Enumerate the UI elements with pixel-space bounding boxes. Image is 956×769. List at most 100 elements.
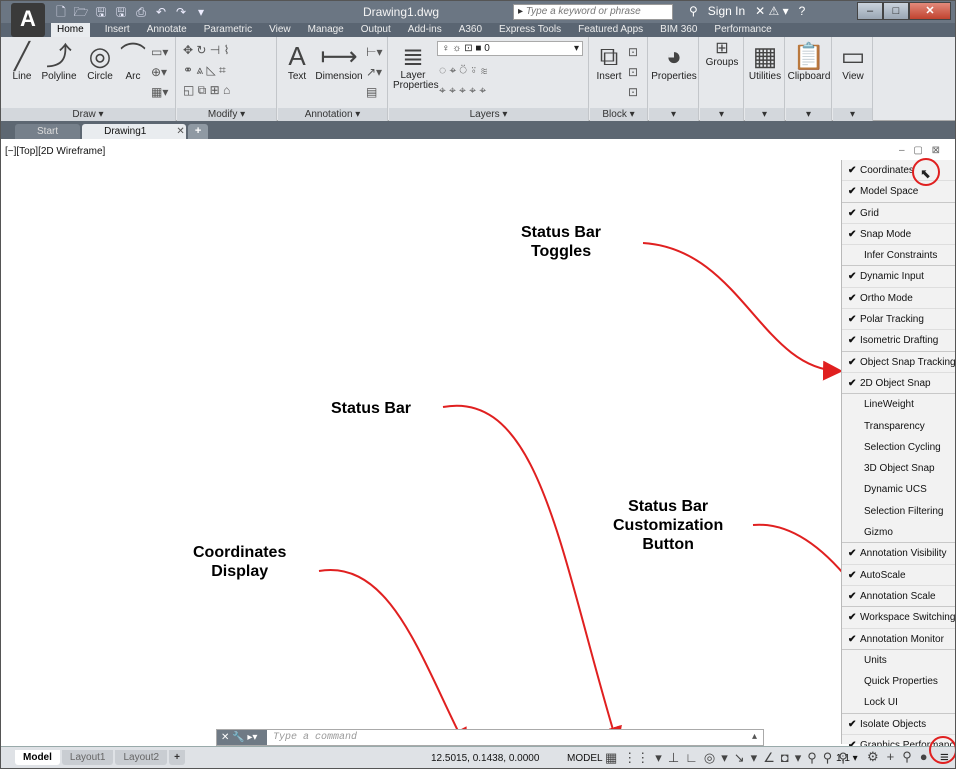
block-panel-title[interactable]: Block ▾ (590, 108, 647, 121)
menu-item-autoscale[interactable]: ✔ AutoScale (842, 565, 955, 586)
layout2-tab[interactable]: Layout2 (115, 750, 168, 765)
layers-panel-title[interactable]: Layers ▾ (389, 108, 588, 121)
properties-tool[interactable]: ◕ Properties (649, 41, 699, 82)
save-as-icon[interactable]: 🖫 (113, 5, 129, 19)
layer-tools-icon[interactable]: ◌ ⌖ ⍥ ⍤ ≋ (439, 63, 487, 78)
model-space-toggle[interactable]: MODEL (567, 753, 603, 764)
drawing-area[interactable]: [−][Top][2D Wireframe] – ▢ ⊠ Status Bar … (1, 139, 955, 744)
exchange-icon[interactable]: ✕ ⚠ ▾ (755, 4, 789, 18)
layer-tools-2-icon[interactable]: ⌖ ⌖ ⌖ ⌖ ⌖ (439, 83, 486, 98)
menu-item-lock-ui[interactable]: Lock UI (842, 692, 955, 714)
snap-icon[interactable]: ⋮⋮ (623, 750, 649, 766)
groups-tool[interactable]: ⊞ Groups (700, 41, 744, 69)
menu-item-infer-constraints[interactable]: Infer Constraints (842, 245, 955, 267)
layer-properties-tool[interactable]: ≣ Layer Properties (393, 41, 439, 91)
stretch-icon[interactable]: ◱ ⧉ ⊞ ⌂ (183, 83, 230, 98)
groups-panel-expander[interactable]: ▾ (700, 108, 743, 121)
plot-icon[interactable]: ⎙ (133, 5, 149, 19)
polar-dropdown-icon[interactable]: ▾ (721, 750, 728, 766)
ortho-icon[interactable]: ∟ (685, 750, 698, 766)
clipboard-panel-expander[interactable]: ▾ (786, 108, 831, 121)
isometric-icon[interactable]: ↘ (734, 750, 745, 766)
tab-parametric[interactable]: Parametric (202, 23, 254, 37)
object-snap-dropdown-icon[interactable]: ▾ (795, 750, 802, 766)
model-tab[interactable]: Model (15, 750, 60, 765)
menu-item-model-space[interactable]: ✔ Model Space (842, 181, 955, 203)
tab-insert[interactable]: Insert (103, 23, 132, 37)
attribute-icon[interactable]: ⊡ (628, 85, 638, 99)
menu-item-transparency[interactable]: Transparency (842, 416, 955, 437)
command-history-icon[interactable]: ▴ (752, 731, 757, 742)
layer-dropdown[interactable]: ♀ ☼ ⊡ ■ 0 ▾ (437, 41, 583, 56)
menu-item-ortho-mode[interactable]: ✔ Ortho Mode (842, 288, 955, 310)
minimize-button[interactable]: – (857, 2, 883, 20)
tab-a360[interactable]: A360 (457, 23, 484, 37)
command-input[interactable]: Type a command (273, 732, 357, 743)
view-panel-expander[interactable]: ▾ (833, 108, 872, 121)
create-block-icon[interactable]: ⊡ (628, 45, 638, 59)
edit-block-icon[interactable]: ⊡ (628, 65, 638, 79)
units-icon[interactable]: ⚲ (902, 749, 912, 765)
layout1-tab[interactable]: Layout1 (61, 750, 114, 765)
coordinates-display[interactable]: 12.5015, 0.1438, 0.0000 (431, 753, 539, 764)
insert-tool[interactable]: ⧉ Insert (592, 41, 626, 82)
clipboard-tool[interactable]: 📋 Clipboard (786, 41, 832, 82)
menu-item-annotation-monitor[interactable]: ✔ Annotation Monitor (842, 629, 955, 650)
menu-item-annotation-visibility[interactable]: ✔ Annotation Visibility (842, 543, 955, 565)
close-tab-icon[interactable]: ✕ (176, 126, 184, 137)
command-line-controls[interactable]: ✕ 🔧 ▸▾ (217, 730, 267, 745)
add-layout-button[interactable]: + (169, 750, 185, 765)
command-line[interactable]: ✕ 🔧 ▸▾ Type a command ▴ (216, 729, 764, 746)
new-icon[interactable]: 🗋 (53, 5, 69, 19)
hatch-icon[interactable]: ⊕▾ (151, 65, 167, 79)
menu-item-object-snap-tracking[interactable]: ✔ Object Snap Tracking (842, 352, 955, 373)
polar-tracking-icon[interactable]: ◎ (704, 750, 715, 766)
line-tool[interactable]: ╱ Line (5, 41, 39, 82)
start-tab[interactable]: Start (15, 124, 81, 139)
menu-item-dynamic-input[interactable]: ✔ Dynamic Input (842, 266, 955, 288)
snap-dropdown-icon[interactable]: ▾ (655, 750, 662, 766)
menu-item-polar-tracking[interactable]: ✔ Polar Tracking (842, 309, 955, 331)
sign-in-link[interactable]: Sign In (708, 4, 745, 18)
redo-icon[interactable]: ↷ (173, 5, 189, 19)
menu-item-gizmo[interactable]: Gizmo (842, 522, 955, 544)
binoculars-icon[interactable]: ⚲ (689, 4, 698, 18)
menu-item-quick-properties[interactable]: Quick Properties (842, 671, 955, 692)
view-tool[interactable]: ▭ View (833, 41, 873, 82)
menu-item-isolate-objects[interactable]: ✔ Isolate Objects (842, 714, 955, 736)
menu-item-selection-filtering[interactable]: Selection Filtering (842, 501, 955, 522)
annotation-scale-dropdown[interactable]: 1:1 ▾ (836, 753, 858, 764)
rectangle-icon[interactable]: ▭▾ (151, 45, 168, 59)
menu-item-lineweight[interactable]: LineWeight (842, 394, 955, 415)
circle-tool[interactable]: ◎ Circle (83, 41, 117, 82)
menu-item-2d-object-snap[interactable]: ✔ 2D Object Snap (842, 373, 955, 395)
qat-dropdown-icon[interactable]: ▾ (193, 5, 209, 19)
tab-add-ins[interactable]: Add-ins (406, 23, 444, 37)
dimension-tool[interactable]: ⟼ Dimension (314, 41, 364, 82)
table-icon[interactable]: ▤ (366, 85, 377, 99)
utilities-tool[interactable]: ▦ Utilities (745, 41, 785, 82)
infer-constraints-icon[interactable]: ⊥ (668, 750, 679, 766)
maximize-button[interactable]: □ (883, 2, 909, 20)
menu-item-isometric-drafting[interactable]: ✔ Isometric Drafting (842, 330, 955, 352)
leader-icon[interactable]: ↗▾ (366, 65, 382, 79)
move-icon[interactable]: ✥ ↻ ⊣ ⌇ (183, 43, 229, 57)
menu-item-workspace-switching[interactable]: ✔ Workspace Switching (842, 607, 955, 629)
menu-item-selection-cycling[interactable]: Selection Cycling (842, 437, 955, 458)
region-icon[interactable]: ▦▾ (151, 85, 168, 99)
menu-item-3d-object-snap[interactable]: 3D Object Snap (842, 458, 955, 479)
utilities-panel-expander[interactable]: ▾ (745, 108, 784, 121)
object-snap-tracking-icon[interactable]: ∠ (763, 750, 775, 766)
tab-view[interactable]: View (267, 23, 293, 37)
open-icon[interactable]: 🗁 (73, 5, 89, 19)
menu-item-dynamic-ucs[interactable]: Dynamic UCS (842, 479, 955, 500)
save-icon[interactable]: 🖫 (93, 5, 109, 19)
search-input[interactable]: Type a keyword or phrase (513, 4, 673, 20)
drawing1-tab[interactable]: Drawing1 ✕ (82, 124, 187, 139)
isolate-objects-icon[interactable]: ● (920, 749, 928, 765)
annotation-monitor-icon[interactable]: + (887, 749, 895, 765)
menu-item-annotation-scale[interactable]: ✔ Annotation Scale (842, 586, 955, 608)
undo-icon[interactable]: ↶ (153, 5, 169, 19)
tab-annotate[interactable]: Annotate (145, 23, 189, 37)
help-icon[interactable]: ? (799, 4, 806, 18)
